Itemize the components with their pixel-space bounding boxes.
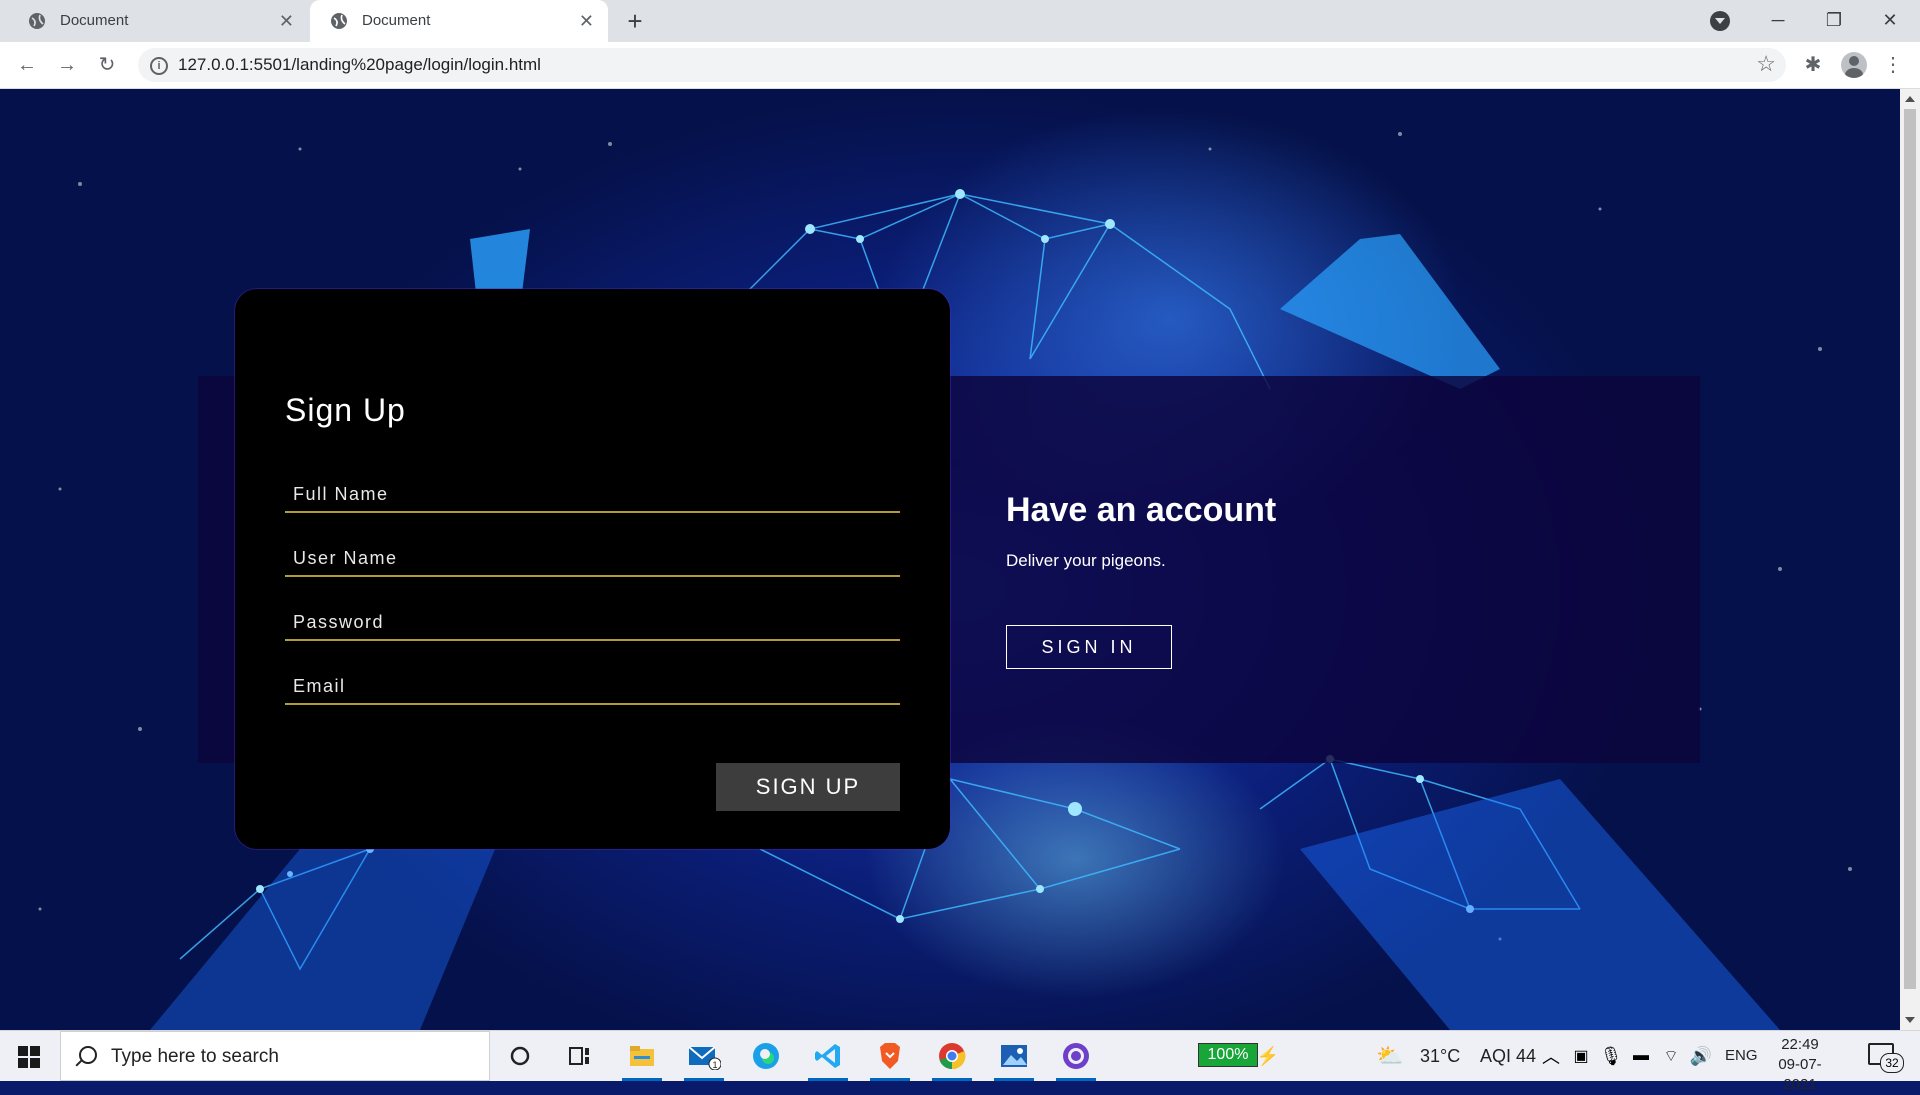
microphone-icon[interactable]: 🎙 [1598, 1031, 1624, 1081]
scrollbar-thumb[interactable] [1904, 109, 1916, 989]
email-field [285, 669, 900, 705]
signup-form-title: Sign Up [285, 392, 406, 428]
account-panel-title: Have an account [1006, 491, 1277, 529]
signup-form-card: Sign Up SIGN UP [235, 289, 950, 849]
reload-icon[interactable]: ↻ [92, 50, 122, 80]
clock[interactable]: 22:49 09-07-2021 [1765, 1035, 1835, 1095]
account-panel-subtitle: Deliver your pigeons. [1006, 551, 1166, 570]
chevron-up-icon[interactable]: ︿ [1538, 1031, 1564, 1081]
browser-tab-active[interactable]: Document ✕ [310, 0, 608, 42]
forward-arrow-icon[interactable]: → [52, 50, 82, 80]
user-name-field [285, 541, 900, 577]
close-tab-icon[interactable]: ✕ [579, 0, 594, 42]
cortana-circle-icon[interactable] [492, 1031, 548, 1081]
bookmark-star-icon[interactable]: ☆ [1756, 51, 1776, 77]
page-scrollbar[interactable] [1900, 89, 1920, 1030]
user-name-input[interactable] [285, 541, 900, 575]
tab-search-icon[interactable] [1710, 11, 1730, 31]
language-indicator[interactable]: ENG [1725, 1031, 1758, 1081]
site-info-icon[interactable]: i [150, 57, 168, 75]
profile-avatar-icon[interactable] [1841, 52, 1867, 78]
back-arrow-icon[interactable]: ← [12, 50, 42, 80]
taskbar-search-placeholder: Type here to search [111, 1046, 279, 1067]
url-text: 127.0.0.1:5501/landing%20page/login/logi… [178, 55, 541, 74]
file-explorer-icon[interactable] [614, 1031, 670, 1081]
volume-icon[interactable]: 🔊 [1688, 1031, 1714, 1081]
scroll-down-arrow-icon[interactable] [1905, 1017, 1915, 1023]
globe-icon [29, 13, 45, 29]
new-tab-plus-icon[interactable]: + [620, 6, 650, 36]
chrome-browser-icon[interactable] [924, 1031, 980, 1081]
battery-indicator[interactable]: 100% [1198, 1043, 1258, 1067]
weather-temperature[interactable]: 31°C [1420, 1031, 1460, 1081]
browser-toolbar: ← → ↻ i 127.0.0.1:5501/landing%20page/lo… [0, 42, 1920, 89]
clock-time: 22:49 [1781, 1036, 1819, 1053]
power-plug-icon: ⚡ [1256, 1045, 1280, 1066]
svg-text:1: 1 [713, 1060, 718, 1070]
browser-tab[interactable]: Document ✕ [8, 0, 308, 42]
close-tab-icon[interactable]: ✕ [279, 0, 294, 42]
notification-count-badge: 32 [1880, 1053, 1904, 1073]
close-window-icon[interactable]: ✕ [1862, 0, 1918, 42]
github-desktop-icon[interactable] [1048, 1031, 1104, 1081]
edge-browser-icon[interactable] [738, 1031, 794, 1081]
photos-icon[interactable] [986, 1031, 1042, 1081]
camera-icon[interactable]: ▣ [1568, 1031, 1594, 1081]
weather-aqi[interactable]: AQI 44 [1480, 1031, 1536, 1081]
restore-icon[interactable]: ❐ [1806, 0, 1862, 42]
page-viewport: Have an account Deliver your pigeons. SI… [0, 89, 1900, 1030]
vscode-icon[interactable] [800, 1031, 856, 1081]
globe-icon [331, 13, 347, 29]
windows-taskbar: Type here to search 1 100% ⚡ ⛅ 31°C AQI … [0, 1030, 1920, 1093]
browser-tab-strip: Document ✕ Document ✕ + ─ ❐ ✕ [0, 0, 1920, 42]
wifi-icon[interactable]: ⌔ [1658, 1031, 1684, 1081]
password-input[interactable] [285, 605, 900, 639]
clock-date: 09-07-2021 [1778, 1056, 1822, 1093]
tab-title: Document [60, 12, 129, 29]
windows-start-icon[interactable] [18, 1046, 40, 1068]
full-name-field [285, 477, 900, 513]
task-view-icon[interactable] [552, 1031, 608, 1081]
tab-title: Document [362, 12, 431, 29]
taskbar-search-box[interactable]: Type here to search [60, 1031, 490, 1081]
email-input[interactable] [285, 669, 900, 703]
mail-icon[interactable]: 1 [676, 1031, 732, 1081]
scroll-up-arrow-icon[interactable] [1905, 96, 1915, 102]
search-icon [79, 1046, 97, 1064]
sign-in-button[interactable]: SIGN IN [1006, 625, 1172, 669]
brave-browser-icon[interactable] [862, 1031, 918, 1081]
extensions-puzzle-icon[interactable]: ✱ [1800, 52, 1826, 78]
full-name-input[interactable] [285, 477, 900, 511]
notification-center-icon[interactable]: 32 [1868, 1043, 1904, 1073]
minimize-icon[interactable]: ─ [1750, 0, 1806, 42]
weather-sun-icon[interactable]: ⛅ [1372, 1031, 1408, 1081]
address-bar[interactable]: i 127.0.0.1:5501/landing%20page/login/lo… [138, 48, 1786, 82]
password-field [285, 605, 900, 641]
menu-kebab-icon[interactable]: ⋮ [1880, 52, 1906, 78]
battery-icon[interactable]: ▬ [1628, 1031, 1654, 1081]
sign-up-button[interactable]: SIGN UP [716, 763, 900, 811]
